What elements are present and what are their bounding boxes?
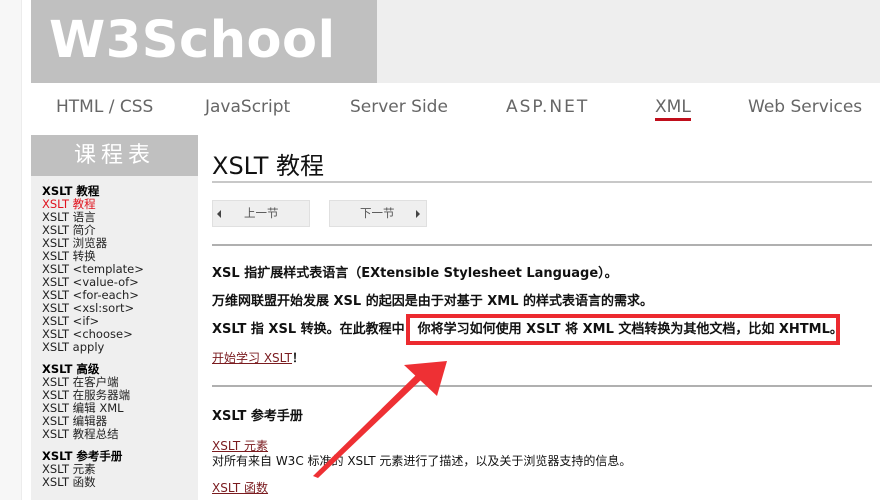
intro-section: XSL 指扩展样式表语言（EXtensible Stylesheet Langu… (212, 263, 874, 375)
nav-asp-net[interactable]: ASP.NET (506, 97, 589, 117)
prev-section-label: 上一节 (244, 206, 279, 220)
main-content: XSLT 教程 上一节 下一节 XSL 指扩展样式表语言（EXtensible … (212, 135, 874, 495)
sidebar-heading: 课程表 (31, 135, 198, 176)
reference-title: XSLT 参考手册 (212, 409, 303, 424)
sidebar: 课程表 XSLT 教程 XSLT 教程 XSLT 语言 XSLT 简介 XSLT… (31, 135, 198, 500)
sidebar-item-xslt-apply[interactable]: XSLT apply (42, 341, 198, 354)
title-divider (212, 181, 872, 183)
sidebar-item-xslt-summary[interactable]: XSLT 教程总结 (42, 428, 198, 441)
intro-line-3-prefix: XSLT 指 XSL 转换。在此教程中， (212, 322, 418, 337)
pager-divider (212, 244, 872, 246)
xslt-elements-link[interactable]: XSLT 元素 (212, 437, 268, 454)
start-suffix: ！ (292, 351, 305, 365)
nav-javascript[interactable]: JavaScript (205, 97, 290, 117)
start-learning-link[interactable]: 开始学习 XSLT (212, 351, 292, 365)
reference-section: XSLT 参考手册 XSLT 元素 对所有来自 W3C 标准的 XSLT 元素进… (212, 385, 874, 496)
nav-web-services[interactable]: Web Services (748, 97, 862, 117)
nav-xml[interactable]: XML (655, 97, 691, 121)
next-section-label: 下一节 (360, 206, 395, 220)
nav-html-css[interactable]: HTML / CSS (56, 97, 153, 117)
xslt-functions-link[interactable]: XSLT 函数 (212, 479, 268, 496)
page-left-gutter (0, 0, 22, 500)
logo-text: W3School (49, 11, 336, 70)
top-navigation: HTML / CSS JavaScript Server Side ASP.NE… (31, 83, 880, 131)
page-title: XSLT 教程 (212, 152, 325, 180)
caret-left-icon (217, 210, 221, 218)
nav-server-side[interactable]: Server Side (350, 97, 448, 117)
prev-section-button[interactable]: 上一节 (212, 200, 310, 227)
next-section-button[interactable]: 下一节 (329, 200, 427, 227)
sidebar-menu: XSLT 教程 XSLT 教程 XSLT 语言 XSLT 简介 XSLT 浏览器… (31, 176, 198, 489)
annotation-highlight-box (406, 314, 840, 345)
xslt-elements-description: 对所有来自 W3C 标准的 XSLT 元素进行了描述，以及关于浏览器支持的信息。 (212, 454, 632, 468)
sidebar-item-xslt-functions[interactable]: XSLT 函数 (42, 476, 198, 489)
intro-line-1: XSL 指扩展样式表语言（EXtensible Stylesheet Langu… (212, 266, 618, 281)
site-logo[interactable]: W3School (31, 0, 377, 83)
start-line: 开始学习 XSLT！ (212, 347, 874, 375)
caret-right-icon (416, 210, 420, 218)
